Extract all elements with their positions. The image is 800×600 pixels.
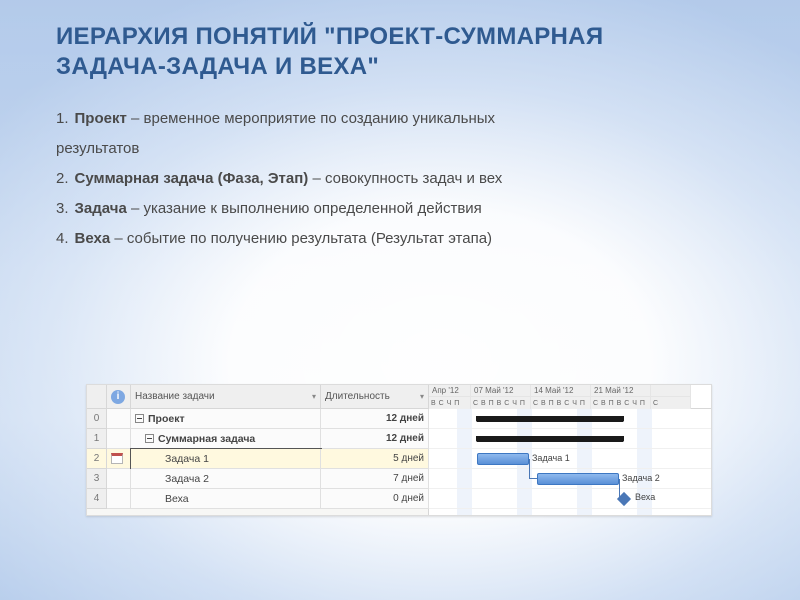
calendar-icon <box>111 453 123 464</box>
chevron-down-icon[interactable]: ▾ <box>420 392 424 401</box>
title-line-2: ЗАДАЧА-ЗАДАЧА И ВЕХА" <box>56 52 744 82</box>
duration-cell[interactable]: 12 дней <box>321 409 429 429</box>
info-cell[interactable] <box>107 409 131 429</box>
definition-list: 1. Проект – временное мероприятие по соз… <box>56 104 744 254</box>
row-number[interactable]: 0 <box>87 409 107 429</box>
info-cell[interactable] <box>107 489 131 509</box>
gantt-row <box>429 409 711 429</box>
task-name-cell[interactable]: Суммарная задача <box>131 429 321 449</box>
chevron-down-icon[interactable]: ▾ <box>312 392 316 401</box>
collapse-icon[interactable] <box>135 414 144 423</box>
task-name-cell[interactable]: Задача 1 <box>131 449 321 469</box>
gantt-body: Задача 1 Задача 2 Веха <box>429 409 711 515</box>
info-icon: i <box>111 390 125 404</box>
col-duration[interactable]: Длительность▾ <box>321 385 429 409</box>
dependency-arrow <box>529 459 537 479</box>
duration-cell[interactable]: 12 дней <box>321 429 429 449</box>
gantt-timescale: Апр '12В С Ч П 07 Май '12С В П В С Ч П 1… <box>429 385 711 409</box>
collapse-icon[interactable] <box>145 434 154 443</box>
bar-label: Задача 1 <box>532 453 570 463</box>
list-item: результатов <box>56 134 744 164</box>
gantt-summary-bar[interactable] <box>477 436 623 442</box>
list-item: 2. Суммарная задача (Фаза, Этап) – совок… <box>56 164 744 194</box>
duration-cell[interactable]: 5 дней <box>321 449 429 469</box>
gantt-chart: Апр '12В С Ч П 07 Май '12С В П В С Ч П 1… <box>429 385 711 515</box>
task-name-cell[interactable]: Проект <box>131 409 321 429</box>
task-grid: i Название задачи▾ Длительность▾ 0 Проек… <box>87 385 429 515</box>
list-item: 1. Проект – временное мероприятие по соз… <box>56 104 744 134</box>
gantt-row: Задача 2 <box>429 469 711 489</box>
row-number[interactable]: 2 <box>87 449 107 469</box>
info-cell[interactable] <box>107 449 131 469</box>
slide-title: ИЕРАРХИЯ ПОНЯТИЙ "ПРОЕКТ-СУММАРНАЯ ЗАДАЧ… <box>56 22 744 82</box>
gantt-row: Задача 1 <box>429 449 711 469</box>
title-line-1: ИЕРАРХИЯ ПОНЯТИЙ "ПРОЕКТ-СУММАРНАЯ <box>56 22 744 52</box>
info-cell[interactable] <box>107 429 131 449</box>
bar-label: Задача 2 <box>622 473 660 483</box>
gantt-row: Веха <box>429 489 711 509</box>
duration-cell[interactable]: 0 дней <box>321 489 429 509</box>
list-item: 4. Веха – событие по получению результат… <box>56 224 744 254</box>
info-cell[interactable] <box>107 469 131 489</box>
col-info[interactable]: i <box>107 385 131 409</box>
row-number[interactable]: 1 <box>87 429 107 449</box>
row-number[interactable]: 3 <box>87 469 107 489</box>
slide: ИЕРАРХИЯ ПОНЯТИЙ "ПРОЕКТ-СУММАРНАЯ ЗАДАЧ… <box>0 0 800 600</box>
gantt-task-bar[interactable]: Задача 2 <box>537 473 619 485</box>
gantt-row <box>429 429 711 449</box>
list-item: 3. Задача – указание к выполнению опреде… <box>56 194 744 224</box>
task-name-cell[interactable]: Задача 2 <box>131 469 321 489</box>
row-header-corner[interactable] <box>87 385 107 409</box>
msproject-screenshot: i Название задачи▾ Длительность▾ 0 Проек… <box>86 384 712 516</box>
duration-cell[interactable]: 7 дней <box>321 469 429 489</box>
row-number[interactable]: 4 <box>87 489 107 509</box>
gantt-task-bar[interactable]: Задача 1 <box>477 453 529 465</box>
task-name-cell[interactable]: Веха <box>131 489 321 509</box>
gantt-summary-bar[interactable] <box>477 416 623 422</box>
milestone-label: Веха <box>635 492 655 502</box>
col-name[interactable]: Название задачи▾ <box>131 385 321 409</box>
